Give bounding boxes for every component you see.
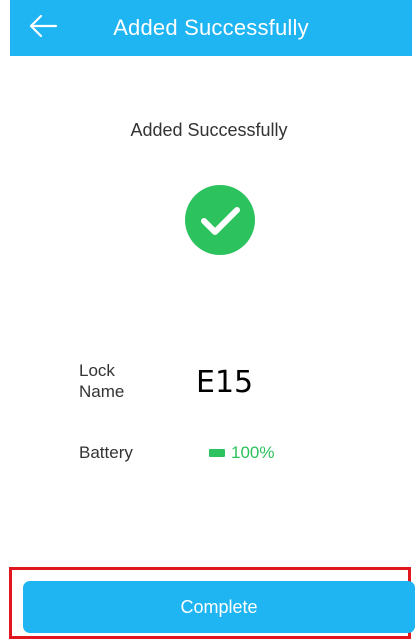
arrow-left-icon[interactable] (26, 12, 60, 40)
top-app-bar: Added Successfully (10, 0, 412, 56)
lock-name-label: Lock Name (79, 361, 125, 401)
page-title: Added Successfully (113, 15, 309, 40)
lock-name-value: E15 (196, 365, 254, 400)
complete-button[interactable]: Complete (23, 581, 415, 633)
battery-percentage: 100% (231, 443, 275, 462)
battery-icon (209, 449, 225, 457)
success-message: Added Successfully (130, 120, 288, 140)
battery-status: 100% (209, 443, 274, 463)
battery-label: Battery (79, 443, 133, 462)
add-lock-success-screen: Added Successfully Added Successfully Lo… (0, 0, 418, 640)
check-circle-icon (185, 185, 255, 255)
